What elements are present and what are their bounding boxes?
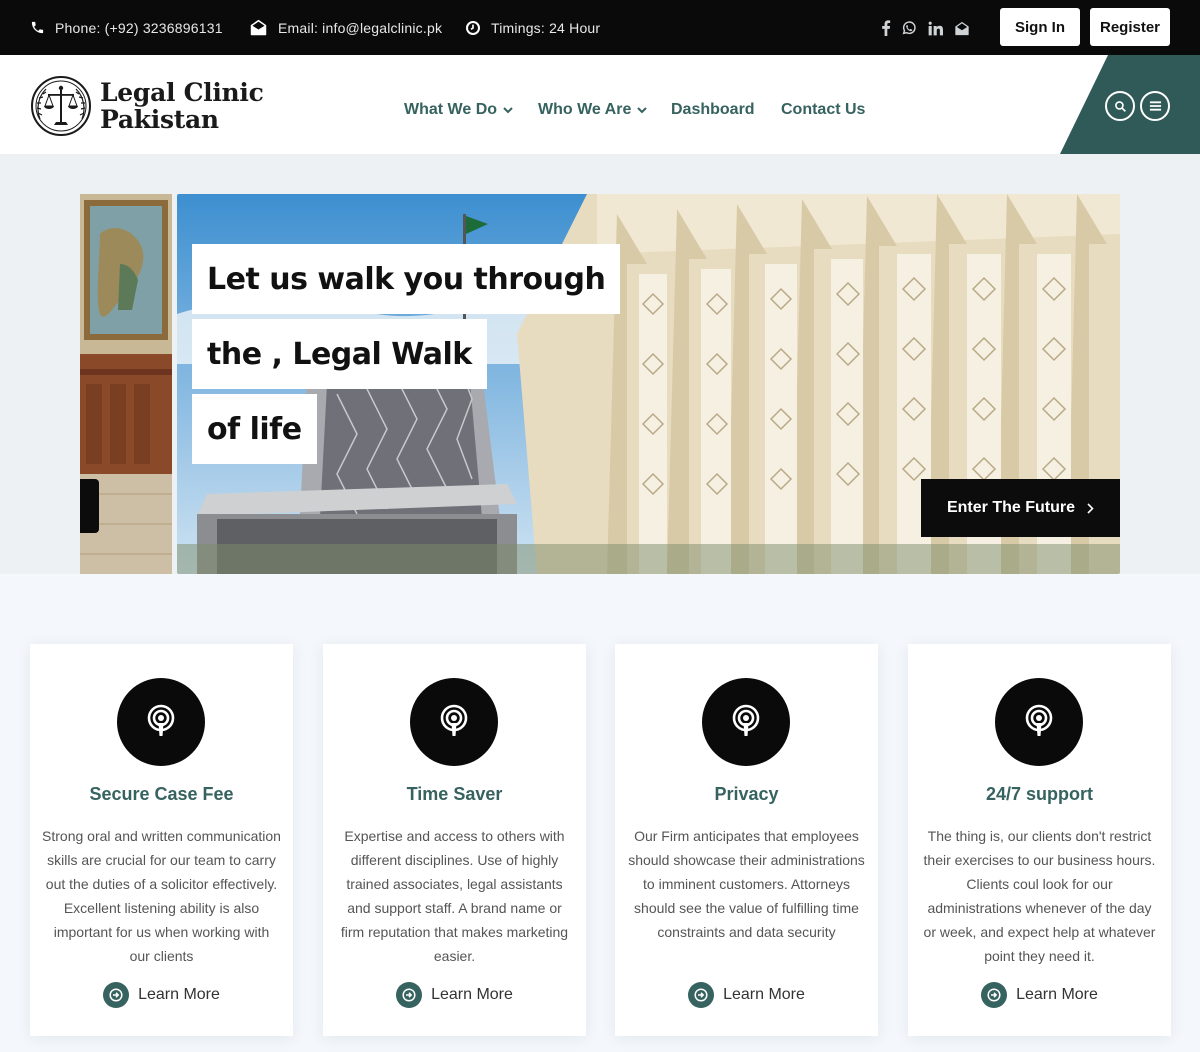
enter-the-future-button[interactable]: Enter The Future [921,479,1120,537]
search-icon [1114,100,1126,112]
hero-headline-line-1: Let us walk you through [192,244,621,314]
card-title: Privacy [714,784,779,804]
podcast-icon [995,678,1083,766]
nav-what-we-do[interactable]: What We Do [404,101,513,119]
arrow-circle-right-icon [103,982,130,1008]
sign-in-button[interactable]: Sign In [1000,8,1080,46]
hero-slider: Let us walk you through the , Legal Walk… [0,154,1200,574]
logo-line-1: Legal Clinic [100,78,264,107]
nav-who-we-are[interactable]: Who We Are [538,101,648,119]
card-title: 24/7 support [985,784,1094,804]
learn-more-link[interactable]: Learn More [323,982,586,1008]
card-title: Secure Case Fee [89,784,234,804]
card-description: Expertise and access to others with diff… [340,828,569,964]
main-header: Legal Clinic Pakistan What We Do Who We … [0,55,1200,154]
podcast-icon [117,678,205,766]
card-title: Time Saver [406,784,503,804]
arrow-circle-right-icon [981,982,1008,1008]
email-text: Email: info@legalclinic.pk [278,19,443,36]
nav-label: What We Do [404,101,498,118]
phone-text: Phone: (+92) 3236896131 [55,19,223,36]
email-contact[interactable]: Email: info@legalclinic.pk [249,0,442,55]
learn-more-link[interactable]: Learn More [908,982,1171,1008]
mail-open-icon [250,19,267,36]
chevron-right-icon [1087,502,1094,514]
card-description: The thing is, our clients don't restrict… [923,828,1156,964]
top-bar: Phone: (+92) 3236896131 Email: info@lega… [0,0,1200,55]
phone-contact[interactable]: Phone: (+92) 3236896131 [30,0,223,55]
learn-more-link[interactable]: Learn More [615,982,878,1008]
podcast-icon [410,678,498,766]
arrow-circle-right-icon [688,982,715,1008]
site-logo[interactable]: Legal Clinic Pakistan [30,75,264,137]
podcast-icon [702,678,790,766]
nav-label: Contact Us [781,101,866,118]
linkedin-icon[interactable] [925,18,945,38]
previous-slide-cta[interactable] [80,479,99,533]
whatsapp-icon[interactable] [899,18,919,38]
feature-card-time-saver: Time Saver Expertise and access to other… [323,644,586,1036]
nav-label: Dashboard [671,101,755,118]
arrow-circle-right-icon [396,982,423,1008]
clock-icon [466,20,480,35]
nav-dashboard[interactable]: Dashboard [671,101,755,119]
timings-info: Timings: 24 Hour [465,0,600,55]
nav-contact-us[interactable]: Contact Us [781,101,865,119]
hero-headline-line-2: the , Legal Walk [192,319,487,389]
phone-icon [31,21,44,34]
nav-label: Who We Are [538,101,632,118]
facebook-icon[interactable] [876,18,896,38]
chevron-down-icon [503,106,513,113]
menu-button[interactable] [1140,91,1170,121]
feature-card-24-7-support: 24/7 support The thing is, our clients d… [908,644,1171,1036]
scales-of-justice-logo-icon [31,76,91,136]
card-description: Our Firm anticipates that employees shou… [628,828,865,940]
logo-wordmark: Legal Clinic Pakistan [100,79,264,133]
feature-card-privacy: Privacy Our Firm anticipates that employ… [615,644,878,1036]
cta-label: Enter The Future [946,499,1075,516]
features-section: Secure Case Fee Strong oral and written … [0,574,1200,1052]
search-button[interactable] [1105,91,1135,121]
logo-line-2: Pakistan [100,105,219,134]
learn-more-label: Learn More [138,986,220,1003]
timings-text: Timings: 24 Hour [491,19,601,36]
hamburger-menu-icon [1149,101,1161,111]
hero-headline-line-3: of life [192,394,317,464]
learn-more-label: Learn More [1016,986,1098,1003]
card-description: Strong oral and written communication sk… [42,828,281,964]
mail-open-icon[interactable] [952,18,972,38]
feature-card-secure-case-fee: Secure Case Fee Strong oral and written … [30,644,293,1036]
learn-more-label: Learn More [431,986,513,1003]
learn-more-link[interactable]: Learn More [30,982,293,1008]
learn-more-label: Learn More [723,986,805,1003]
chevron-down-icon [637,106,648,113]
register-button[interactable]: Register [1090,8,1170,46]
